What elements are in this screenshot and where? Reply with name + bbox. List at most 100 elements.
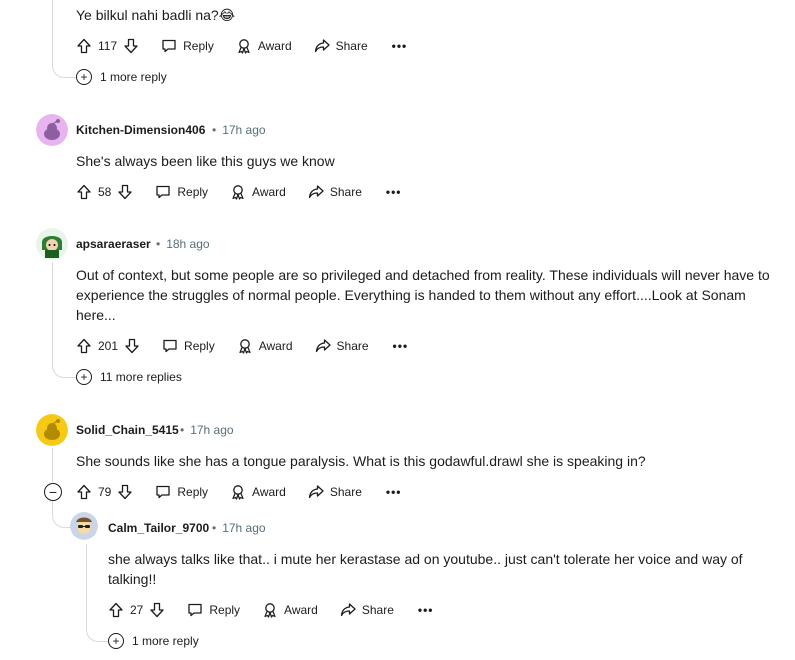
award-icon bbox=[232, 485, 244, 500]
thread-elbow bbox=[52, 500, 72, 528]
share-label: Share bbox=[336, 339, 369, 353]
timestamp[interactable]: 17h ago bbox=[190, 423, 233, 437]
reply-icon bbox=[156, 185, 171, 199]
comment-body: Out of context, but some people are so p… bbox=[76, 267, 770, 323]
downvote-icon[interactable] bbox=[117, 184, 133, 200]
reply-button[interactable]: Reply bbox=[187, 594, 240, 626]
share-icon bbox=[314, 39, 330, 53]
share-button[interactable]: Share bbox=[314, 30, 368, 62]
more-options-button[interactable]: ••• bbox=[392, 30, 408, 62]
comment-actions: 58 Reply Award Share ••• bbox=[76, 176, 401, 208]
share-label: Share bbox=[329, 185, 362, 199]
username[interactable]: Solid_Chain_5415 bbox=[76, 423, 179, 437]
share-button[interactable]: Share bbox=[308, 176, 362, 208]
reply-label: Reply bbox=[183, 39, 214, 53]
award-label: Award bbox=[257, 39, 292, 53]
comment-actions: 117 Reply Award Share ••• bbox=[76, 30, 407, 62]
username[interactable]: apsaraeraser bbox=[76, 237, 151, 251]
collapse-thread-button[interactable]: − bbox=[44, 483, 62, 501]
award-icon bbox=[239, 339, 251, 354]
reply-button[interactable]: Reply bbox=[155, 476, 208, 508]
award-label: Award bbox=[258, 339, 293, 353]
upvote-icon[interactable] bbox=[76, 338, 92, 354]
vote-controls: 58 bbox=[76, 176, 133, 208]
username[interactable]: Kitchen-Dimension406 bbox=[76, 123, 205, 137]
reply-icon bbox=[163, 339, 177, 353]
comment-body: She sounds like she has a tongue paralys… bbox=[76, 453, 646, 469]
upvote-icon[interactable] bbox=[108, 602, 124, 618]
comment-actions: 27 Reply Award Share ••• bbox=[108, 594, 433, 626]
reply-icon bbox=[188, 603, 203, 617]
vote-controls: 27 bbox=[108, 594, 165, 626]
share-button[interactable]: Share bbox=[308, 476, 362, 508]
share-button[interactable]: Share bbox=[340, 594, 394, 626]
award-button[interactable]: Award bbox=[237, 330, 293, 362]
comment-actions: 79 Reply Award Share ••• bbox=[76, 476, 401, 508]
downvote-icon[interactable] bbox=[124, 338, 140, 354]
more-replies-link[interactable]: + 11 more replies bbox=[76, 369, 182, 385]
timestamp[interactable]: 17h ago bbox=[222, 521, 265, 535]
award-button[interactable]: Award bbox=[230, 476, 286, 508]
more-options-button[interactable]: ••• bbox=[386, 176, 402, 208]
avatar[interactable] bbox=[36, 414, 68, 446]
more-replies-link[interactable]: + 1 more reply bbox=[108, 633, 199, 649]
reply-icon bbox=[162, 39, 176, 53]
upvote-icon[interactable] bbox=[76, 38, 92, 54]
award-button[interactable]: Award bbox=[236, 30, 292, 62]
more-replies-label: 11 more replies bbox=[100, 370, 182, 384]
expand-icon: + bbox=[108, 633, 124, 649]
reply-label: Reply bbox=[177, 185, 209, 199]
share-icon bbox=[340, 603, 356, 617]
vote-controls: 201 bbox=[76, 330, 140, 362]
share-label: Share bbox=[329, 485, 362, 499]
thread-elbow bbox=[52, 58, 76, 78]
comment-meta: • 18h ago bbox=[156, 237, 210, 251]
comment-meta: • 17h ago bbox=[212, 521, 266, 535]
share-icon bbox=[315, 339, 331, 353]
award-label: Award bbox=[252, 185, 286, 199]
comment-body: She's always been like this guys we know bbox=[76, 153, 335, 169]
reply-button[interactable]: Reply bbox=[162, 330, 215, 362]
more-options-button[interactable]: ••• bbox=[393, 330, 409, 362]
more-options-button[interactable]: ••• bbox=[418, 594, 434, 626]
reply-label: Reply bbox=[209, 603, 241, 617]
expand-icon: + bbox=[76, 69, 92, 85]
reply-button[interactable]: Reply bbox=[161, 30, 214, 62]
avatar[interactable] bbox=[70, 512, 98, 540]
timestamp[interactable]: 17h ago bbox=[222, 123, 265, 137]
vote-count: 79 bbox=[98, 485, 112, 499]
award-icon bbox=[232, 185, 244, 200]
upvote-icon[interactable] bbox=[76, 184, 92, 200]
downvote-icon[interactable] bbox=[117, 484, 133, 500]
thread-line bbox=[86, 544, 87, 624]
comment-meta: • 17h ago bbox=[180, 423, 234, 437]
award-button[interactable]: Award bbox=[230, 176, 286, 208]
timestamp[interactable]: 18h ago bbox=[166, 237, 209, 251]
award-icon bbox=[264, 603, 276, 618]
vote-count: 201 bbox=[98, 339, 119, 353]
avatar[interactable] bbox=[36, 114, 68, 146]
share-icon bbox=[308, 485, 324, 499]
upvote-icon[interactable] bbox=[76, 484, 92, 500]
reply-button[interactable]: Reply bbox=[155, 176, 208, 208]
separator-dot: • bbox=[180, 423, 185, 437]
downvote-icon[interactable] bbox=[149, 602, 165, 618]
more-options-button[interactable]: ••• bbox=[386, 476, 402, 508]
more-replies-label: 1 more reply bbox=[132, 634, 199, 648]
expand-icon: + bbox=[76, 369, 92, 385]
downvote-icon[interactable] bbox=[123, 38, 139, 54]
award-button[interactable]: Award bbox=[262, 594, 318, 626]
share-button[interactable]: Share bbox=[315, 330, 369, 362]
comment-body: she always talks like that.. i mute her … bbox=[108, 551, 743, 587]
comment-body: Ye bilkul nahi badli na?😂 bbox=[76, 7, 236, 23]
share-label: Share bbox=[361, 603, 394, 617]
avatar[interactable] bbox=[36, 228, 68, 260]
username[interactable]: Calm_Tailor_9700 bbox=[108, 521, 209, 535]
thread-elbow bbox=[86, 622, 108, 642]
vote-controls: 79 bbox=[76, 476, 133, 508]
vote-count: 27 bbox=[130, 603, 144, 617]
separator-dot: • bbox=[212, 123, 217, 137]
vote-count: 58 bbox=[98, 185, 112, 199]
more-replies-link[interactable]: + 1 more reply bbox=[76, 69, 167, 85]
award-icon bbox=[238, 39, 250, 54]
